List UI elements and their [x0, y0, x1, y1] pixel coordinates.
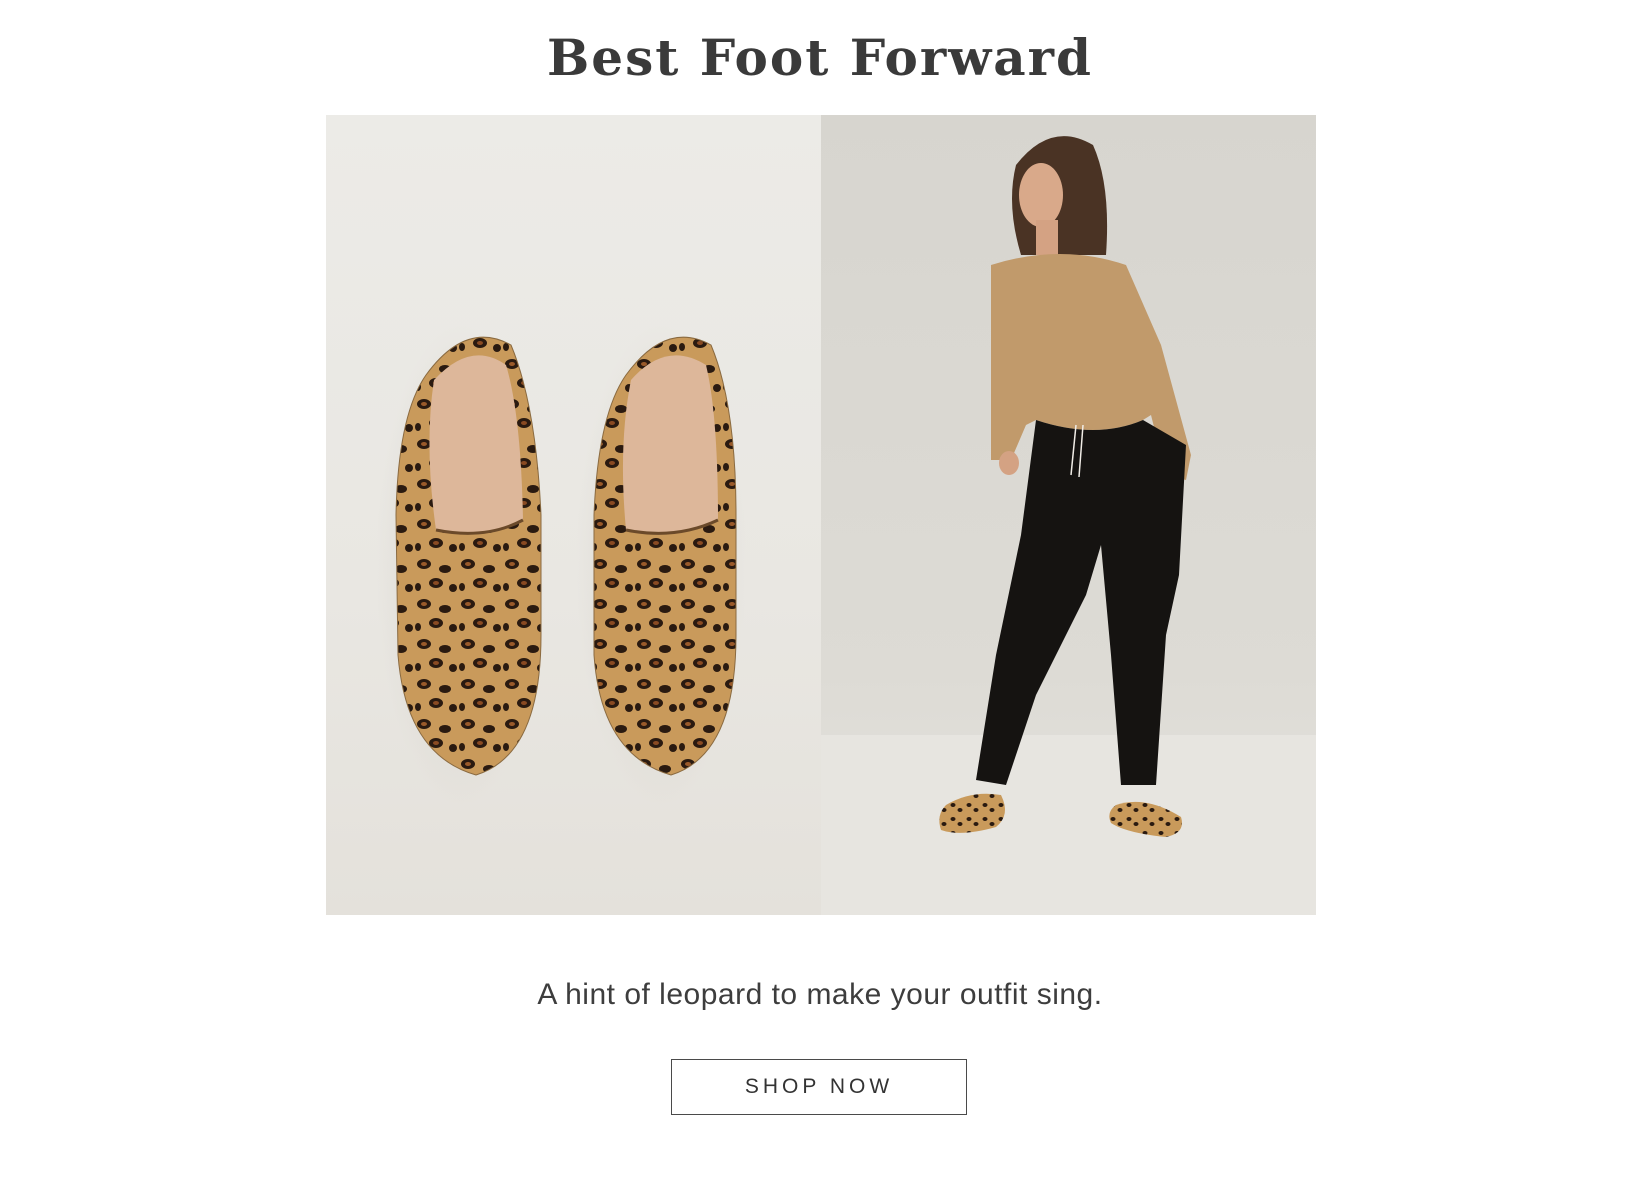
model-outfit-image[interactable]	[821, 115, 1316, 915]
hero-image-pair[interactable]	[326, 115, 1316, 915]
shop-now-button[interactable]: SHOP NOW	[671, 1059, 967, 1115]
loafers-flatlay-image[interactable]	[326, 115, 821, 915]
section-caption: A hint of leopard to make your outfit si…	[537, 978, 1103, 1011]
section-headline: Best Foot Forward	[547, 28, 1093, 87]
